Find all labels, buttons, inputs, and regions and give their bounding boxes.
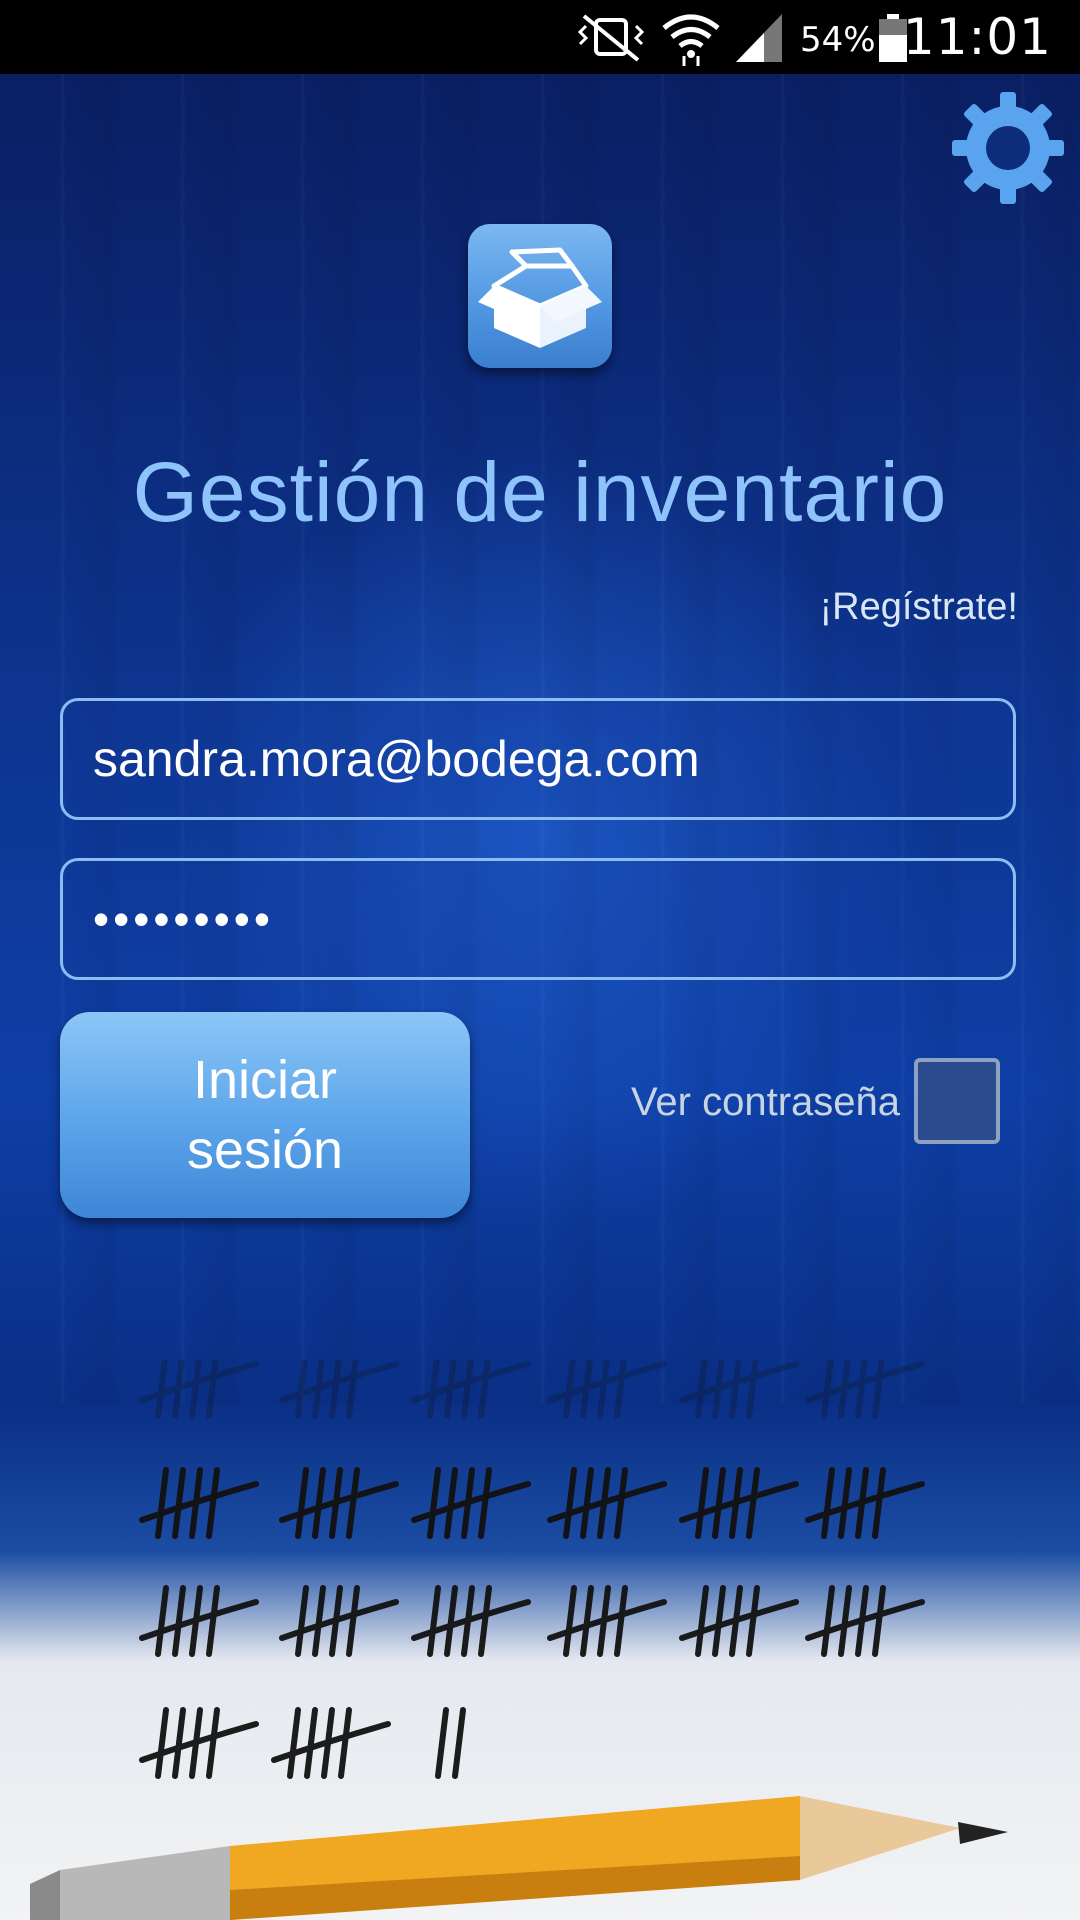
show-password-checkbox[interactable] <box>914 1058 1000 1144</box>
app-logo <box>468 224 612 368</box>
show-password-label: Ver contraseña <box>630 1080 900 1124</box>
gear-icon <box>950 92 1066 210</box>
battery-percent: 54% <box>800 20 876 60</box>
login-button[interactable]: Iniciar sesión <box>60 1012 470 1218</box>
clock: 11:01 <box>902 8 1052 66</box>
app-title: Gestión de inventario <box>132 445 948 539</box>
settings-button[interactable] <box>950 90 1066 206</box>
email-field[interactable]: sandra.mora@bodega.com <box>60 698 1016 820</box>
status-bar: 54% 11:01 <box>0 0 1080 74</box>
signal-icon <box>734 10 784 69</box>
wifi-icon <box>660 10 722 71</box>
vibrate-mute-icon <box>574 10 648 69</box>
login-screen: 54% 11:01 Gestión de inventario ¡Regístr… <box>0 0 1080 1920</box>
tally-illustration <box>0 1347 1080 1920</box>
register-link[interactable]: ¡Regístrate! <box>819 586 1018 629</box>
password-field[interactable]: ••••••••• <box>60 858 1016 980</box>
